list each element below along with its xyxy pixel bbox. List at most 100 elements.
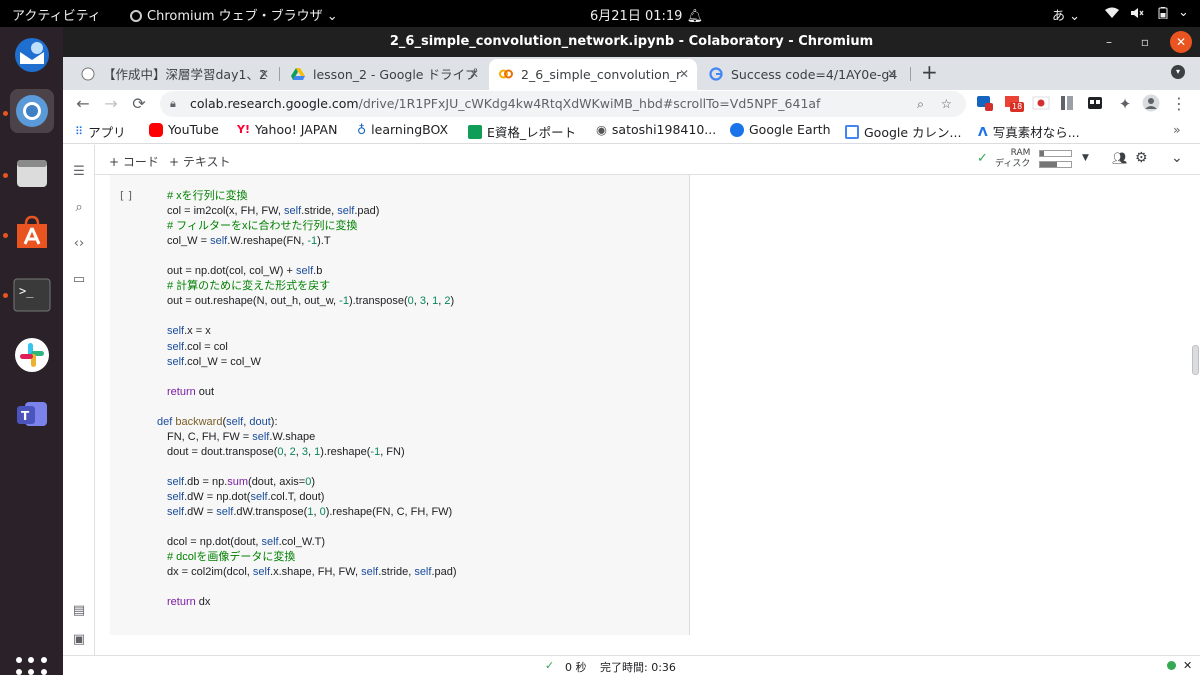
bookmark-satoshi[interactable]: ◉ satoshi198410... xyxy=(596,122,716,137)
bookmark-learningbox[interactable]: ♁ learningBOX xyxy=(357,122,448,137)
forward-arrow-icon[interactable]: → xyxy=(99,92,123,116)
bookmark-apps[interactable]: ⠿ アプリ xyxy=(75,122,126,141)
battery-icon[interactable] xyxy=(1156,5,1170,20)
code-line: FN, C, FH, FW = self.W.shape xyxy=(167,430,315,445)
execution-completed-time[interactable]: 完了時間: 0:36 xyxy=(600,659,676,675)
close-tab-icon[interactable]: ✕ xyxy=(679,59,689,90)
table-of-contents-icon[interactable]: ☰ xyxy=(71,164,87,180)
thunderbird-icon[interactable] xyxy=(10,33,54,77)
close-status-icon[interactable]: ✕ xyxy=(1183,659,1192,672)
gmail-notifier-icon[interactable]: 18 xyxy=(1004,94,1025,112)
add-text-cell-button[interactable]: + テキスト xyxy=(169,153,231,170)
bookmark-star-icon[interactable]: ☆ xyxy=(941,91,952,117)
code-line: dcol = np.dot(dout, self.col_W.T) xyxy=(167,535,325,550)
files-icon[interactable] xyxy=(10,151,54,195)
address-bar[interactable]: 🔒︎ colab.research.google.com/drive/1R1PF… xyxy=(160,91,966,117)
code-token: return xyxy=(167,596,196,609)
input-method-indicator[interactable]: あ ⌄ xyxy=(1052,5,1080,24)
ubuntu-dock: >_ T xyxy=(0,27,63,688)
slack-icon[interactable] xyxy=(10,333,54,377)
japan-flag-extension-icon[interactable] xyxy=(1032,94,1050,112)
lock-icon: 🔒︎ xyxy=(170,97,176,110)
new-tab-button[interactable]: + xyxy=(921,60,938,84)
tab-google-drive[interactable]: lesson_2 - Google ドライブ ✕ xyxy=(281,59,487,90)
add-code-cell-button[interactable]: + コード xyxy=(109,153,159,170)
page-scrollbar-thumb[interactable] xyxy=(1192,345,1199,375)
volume-muted-icon[interactable] xyxy=(1130,5,1144,20)
browser-menu-icon[interactable]: ⋮ xyxy=(1167,92,1191,116)
zoom-search-icon[interactable]: ⌕ xyxy=(917,91,924,117)
more-bookmarks-chevron-icon[interactable]: » xyxy=(1173,122,1181,137)
chevron-down-icon[interactable]: ⌄ xyxy=(1178,5,1189,20)
activities-button[interactable]: アクティビティ xyxy=(12,5,101,24)
close-window-button[interactable]: ✕ xyxy=(1170,31,1192,53)
code-line: self.col_W = col_W xyxy=(167,355,261,370)
teams-icon[interactable]: T xyxy=(10,393,54,437)
tab-colab-notebook[interactable]: 2_6_simple_convolution_r ✕ xyxy=(489,59,697,90)
code-token: self xyxy=(250,491,268,503)
run-cell-indicator[interactable]: [ ] xyxy=(120,189,132,202)
bookmark-e-shikaku[interactable]: E資格_レポート xyxy=(468,122,576,141)
collapse-header-chevron-icon[interactable]: ⌄ xyxy=(1171,150,1183,166)
tab-draft-doc[interactable]: 【作成中】深層学習day1、2 ✕ xyxy=(71,59,277,90)
tab-search-icon[interactable]: ▾ xyxy=(1171,65,1185,79)
bookmark-google-earth[interactable]: Google Earth xyxy=(730,122,831,137)
back-arrow-icon[interactable]: ← xyxy=(71,92,95,116)
minimize-button[interactable]: – xyxy=(1098,31,1120,53)
code-cell[interactable]: [ ] # xを行列に変換 col = im2col(x, FH, FW, sel… xyxy=(110,175,1187,635)
bookmark-yahoo[interactable]: Y! Yahoo! JAPAN xyxy=(237,122,337,137)
code-token: .col = col xyxy=(184,340,228,353)
wifi-icon[interactable] xyxy=(1105,5,1119,20)
maximize-button[interactable]: ▫ xyxy=(1134,31,1156,53)
code-token: ).reshape( xyxy=(320,445,371,458)
extension-tab-manager-icon[interactable] xyxy=(976,94,994,112)
extensions-puzzle-icon[interactable]: ✦ xyxy=(1113,92,1137,116)
bookmark-youtube[interactable]: YouTube xyxy=(149,122,219,137)
code-token: # フィルターをxに合わせた行列に変換 xyxy=(167,220,358,233)
bookmark-google-calendar[interactable]: Google カレン... xyxy=(845,122,961,141)
bookmark-photo-stock[interactable]: Λ 写真素材なら... xyxy=(978,122,1080,141)
code-line: self.db = np.sum(dout, axis=0) xyxy=(167,475,315,490)
chromium-icon[interactable] xyxy=(10,89,54,133)
ram-label: RAM xyxy=(1010,148,1031,158)
close-tab-icon[interactable]: ✕ xyxy=(469,59,479,90)
command-palette-icon[interactable]: ▤ xyxy=(71,603,87,619)
app-menu[interactable]: Chromium ウェブ・ブラウザ ⌄ xyxy=(130,5,338,24)
tab-success-code[interactable]: Success code=4/1AY0e-g4 ✕ xyxy=(699,59,905,90)
search-icon[interactable]: ⌕ xyxy=(71,200,87,216)
files-folder-icon[interactable]: ▭ xyxy=(71,272,87,288)
window-title-bar[interactable]: 2_6_simple_convolution_network.ipynb - C… xyxy=(63,27,1200,57)
code-token: dout = dout.transpose( xyxy=(167,445,278,458)
bookmark-label: Yahoo! JAPAN xyxy=(254,122,338,137)
code-token: # 計算のために変えた形式を戻す xyxy=(167,280,331,293)
code-token: # dcolを画像データに変換 xyxy=(167,551,296,564)
share-people-icon[interactable]: 👥︎ xyxy=(1112,151,1127,165)
code-token: .W.reshape(FN, xyxy=(227,235,308,248)
bookmark-label: YouTube xyxy=(168,122,219,137)
code-token: col_W = xyxy=(167,235,211,248)
show-applications-grid-icon[interactable] xyxy=(16,657,48,689)
settings-gear-icon[interactable]: ⚙ xyxy=(1135,150,1148,166)
ubuntu-software-icon[interactable] xyxy=(10,211,54,255)
bookmarks-bar: ⠿ アプリ YouTube Y! Yahoo! JAPAN ♁ learningBOX… xyxy=(63,119,1200,144)
code-line: # dcolを画像データに変換 xyxy=(167,550,295,565)
close-tab-icon[interactable]: ✕ xyxy=(887,59,897,90)
ram-usage-bar xyxy=(1039,150,1072,157)
code-snippets-icon[interactable]: ‹› xyxy=(71,236,87,252)
terminal-icon[interactable]: >_ xyxy=(10,273,54,317)
tab-grid-extension-icon[interactable] xyxy=(1086,94,1104,112)
photo-stock-icon: Λ xyxy=(978,124,988,139)
code-line: self.dW = np.dot(self.col.T, dout) xyxy=(167,490,324,505)
profile-avatar-icon[interactable] xyxy=(1142,94,1160,112)
clock[interactable]: 6月21日 01:19 🔔︎ xyxy=(590,5,703,24)
reload-icon[interactable]: ⟳ xyxy=(127,92,151,116)
google-g-icon xyxy=(709,67,723,81)
reader-extension-icon[interactable] xyxy=(1058,94,1076,112)
close-tab-icon[interactable]: ✕ xyxy=(259,59,269,90)
runtime-dropdown-icon[interactable]: ▼ xyxy=(1082,153,1089,163)
resource-monitor[interactable]: RAM ディスク xyxy=(995,148,1030,170)
code-token: .db = np. xyxy=(184,475,228,488)
code-token: -1 xyxy=(370,445,381,458)
running-indicator xyxy=(3,111,8,116)
terminal-prompt-icon[interactable]: ▣ xyxy=(71,632,87,648)
